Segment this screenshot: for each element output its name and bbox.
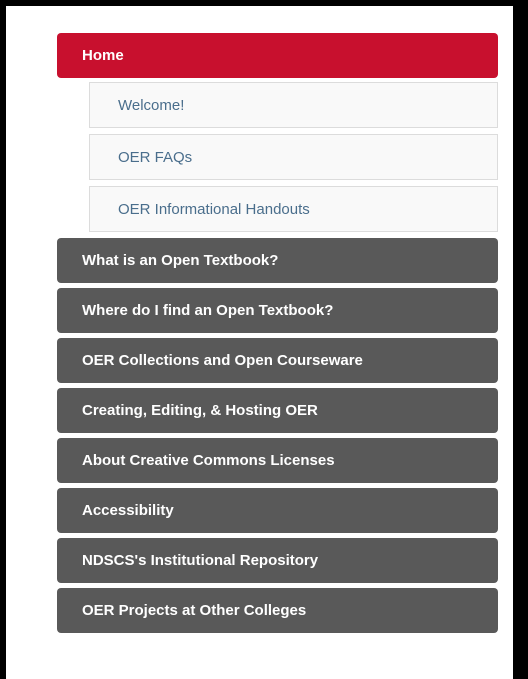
subnav-item-welcome[interactable]: Welcome!	[89, 82, 498, 128]
subnav-item-oer-handouts[interactable]: OER Informational Handouts	[89, 186, 498, 232]
nav-item-creative-commons[interactable]: About Creative Commons Licenses	[57, 438, 498, 483]
nav-item-what-is-open-textbook[interactable]: What is an Open Textbook?	[57, 238, 498, 283]
nav-item-institutional-repository[interactable]: NDSCS's Institutional Repository	[57, 538, 498, 583]
home-subnav: Welcome! OER FAQs OER Informational Hand…	[89, 82, 498, 232]
nav-items: What is an Open Textbook? Where do I fin…	[57, 238, 498, 633]
nav-item-accessibility[interactable]: Accessibility	[57, 488, 498, 533]
guide-nav-panel: Home Welcome! OER FAQs OER Informational…	[6, 6, 513, 679]
nav-item-oer-projects[interactable]: OER Projects at Other Colleges	[57, 588, 498, 633]
side-navigation: Home Welcome! OER FAQs OER Informational…	[57, 33, 498, 638]
nav-item-find-open-textbook[interactable]: Where do I find an Open Textbook?	[57, 288, 498, 333]
nav-item-home[interactable]: Home	[57, 33, 498, 78]
nav-item-creating-editing-hosting[interactable]: Creating, Editing, & Hosting OER	[57, 388, 498, 433]
subnav-item-oer-faqs[interactable]: OER FAQs	[89, 134, 498, 180]
nav-item-oer-collections[interactable]: OER Collections and Open Courseware	[57, 338, 498, 383]
